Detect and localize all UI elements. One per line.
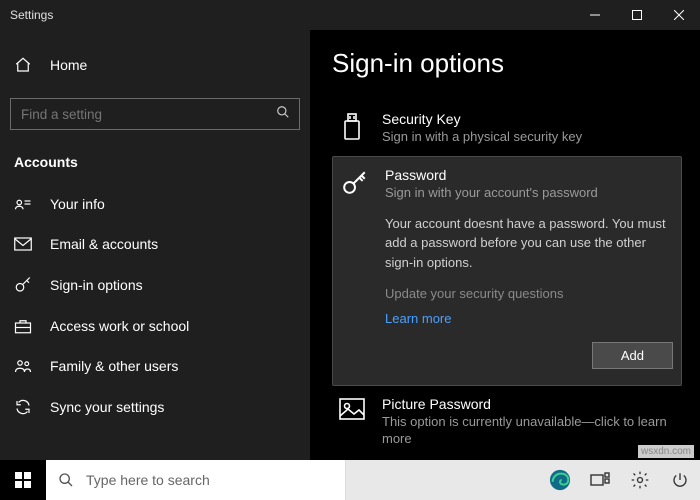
nav-email-accounts[interactable]: Email & accounts xyxy=(0,224,310,264)
nav-label: Email & accounts xyxy=(50,236,158,252)
start-button[interactable] xyxy=(0,460,46,500)
nav-label: Sync your settings xyxy=(50,399,164,415)
usb-key-icon xyxy=(338,111,366,146)
nav-label: Sign-in options xyxy=(50,277,143,293)
option-title: Password xyxy=(385,167,673,183)
option-picture-password[interactable]: Picture Password This option is currentl… xyxy=(332,386,682,458)
taskbar: Type here to search xyxy=(0,460,700,500)
search-icon xyxy=(58,472,74,488)
option-title: Picture Password xyxy=(382,396,676,412)
search-wrap xyxy=(10,98,300,130)
password-detail: Your account doesnt have a password. You… xyxy=(385,214,673,273)
taskbar-search-placeholder: Type here to search xyxy=(86,472,210,488)
taskview-icon[interactable] xyxy=(580,460,620,500)
update-questions-link[interactable]: Update your security questions xyxy=(385,286,673,301)
watermark: wsxdn.com xyxy=(638,445,694,458)
mail-icon xyxy=(14,237,32,251)
edge-icon[interactable] xyxy=(540,460,580,500)
taskbar-search[interactable]: Type here to search xyxy=(46,460,346,500)
power-icon[interactable] xyxy=(660,460,700,500)
close-button[interactable] xyxy=(658,0,700,30)
key-icon xyxy=(341,167,369,375)
page-heading: Sign-in options xyxy=(332,48,682,79)
nav-label: Access work or school xyxy=(50,318,189,334)
picture-icon xyxy=(338,396,366,448)
window-title: Settings xyxy=(10,8,53,22)
nav-family-users[interactable]: Family & other users xyxy=(0,346,310,386)
section-header: Accounts xyxy=(0,146,310,184)
nav-your-info[interactable]: Your info xyxy=(0,184,310,224)
maximize-button[interactable] xyxy=(616,0,658,30)
home-nav[interactable]: Home xyxy=(0,48,310,82)
learn-more-link[interactable]: Learn more xyxy=(385,311,673,326)
option-subtitle: This option is currently unavailable—cli… xyxy=(382,414,676,448)
window-controls xyxy=(574,0,700,30)
content-area: Sign-in options Security Key Sign in wit… xyxy=(310,30,700,460)
titlebar: Settings xyxy=(0,0,700,30)
home-label: Home xyxy=(50,57,87,73)
window-body: Home Accounts Your info Email xyxy=(0,30,700,460)
key-icon xyxy=(14,276,32,294)
sidebar: Home Accounts Your info Email xyxy=(0,30,310,460)
sync-icon xyxy=(14,398,32,416)
nav-sync-settings[interactable]: Sync your settings xyxy=(0,386,310,428)
option-security-key[interactable]: Security Key Sign in with a physical sec… xyxy=(332,101,682,156)
briefcase-icon xyxy=(14,318,32,334)
nav-list: Your info Email & accounts Sign-in optio… xyxy=(0,184,310,428)
nav-signin-options[interactable]: Sign-in options xyxy=(0,264,310,306)
add-button[interactable]: Add xyxy=(592,342,673,369)
tray xyxy=(540,460,700,500)
settings-gear-icon[interactable] xyxy=(620,460,660,500)
home-icon xyxy=(14,56,34,74)
nav-access-work-school[interactable]: Access work or school xyxy=(0,306,310,346)
settings-window: Settings Home Accoun xyxy=(0,0,700,460)
search-input[interactable] xyxy=(10,98,300,130)
option-password[interactable]: Password Sign in with your account's pas… xyxy=(332,156,682,386)
people-icon xyxy=(14,358,32,374)
option-subtitle: Sign in with a physical security key xyxy=(382,129,676,146)
option-title: Security Key xyxy=(382,111,676,127)
minimize-button[interactable] xyxy=(574,0,616,30)
nav-label: Your info xyxy=(50,196,105,212)
option-subtitle: Sign in with your account's password xyxy=(385,185,673,202)
person-card-icon xyxy=(14,196,32,212)
nav-label: Family & other users xyxy=(50,358,178,374)
